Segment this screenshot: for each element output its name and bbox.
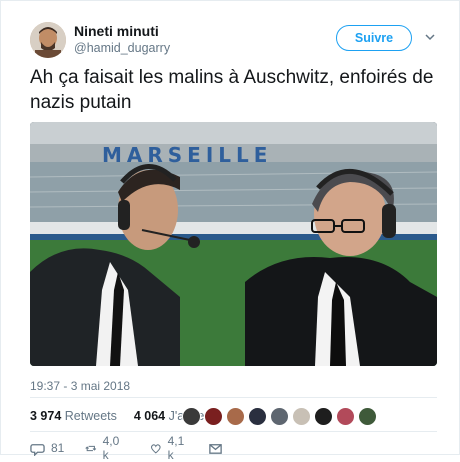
stadium-sign: MARSEILLE bbox=[102, 143, 272, 167]
retweet-button[interactable]: 4,0 k bbox=[85, 434, 123, 462]
liker-avatar[interactable] bbox=[358, 407, 377, 426]
tweet-video[interactable]: MARSEILLE bbox=[30, 122, 437, 366]
follow-button[interactable]: Suivre bbox=[336, 25, 412, 51]
retweets-count[interactable]: 3 974 bbox=[30, 409, 61, 423]
engagement-stats: 3 974 Retweets 4 064 J'aime bbox=[30, 409, 204, 423]
retweet-icon bbox=[85, 445, 97, 451]
user-handle[interactable]: @hamid_dugarry bbox=[74, 41, 170, 55]
tweet-card: Nineti minuti @hamid_dugarry Suivre Ah ç… bbox=[0, 0, 460, 462]
chevron-down-icon[interactable] bbox=[425, 32, 435, 42]
like-count: 4,1 k bbox=[167, 434, 185, 462]
liker-avatar[interactable] bbox=[336, 407, 355, 426]
message-button[interactable] bbox=[208, 440, 223, 456]
liker-avatar[interactable] bbox=[182, 407, 201, 426]
liker-avatar[interactable] bbox=[204, 407, 223, 426]
retweets-label[interactable]: Retweets bbox=[65, 409, 117, 423]
heart-icon bbox=[151, 443, 161, 454]
retweet-count: 4,0 k bbox=[102, 434, 120, 462]
tweet-text: Ah ça faisait les malins à Auschwitz, en… bbox=[30, 67, 434, 113]
reply-icon bbox=[30, 443, 45, 456]
tweet-timestamp[interactable]: 19:37 - 3 mai 2018 bbox=[30, 379, 130, 393]
divider bbox=[30, 431, 437, 432]
user-avatar[interactable] bbox=[30, 22, 66, 58]
divider bbox=[30, 397, 437, 398]
liker-avatar[interactable] bbox=[248, 407, 267, 426]
liker-avatar[interactable] bbox=[226, 407, 245, 426]
likes-count[interactable]: 4 064 bbox=[134, 409, 165, 423]
liker-avatar[interactable] bbox=[292, 407, 311, 426]
liker-avatar[interactable] bbox=[314, 407, 333, 426]
reply-count: 81 bbox=[51, 441, 65, 455]
liker-avatar[interactable] bbox=[270, 407, 289, 426]
like-button[interactable]: 4,1 k bbox=[150, 434, 188, 462]
reply-button[interactable]: 81 bbox=[30, 440, 64, 456]
envelope-icon bbox=[209, 443, 222, 454]
user-name[interactable]: Nineti minuti bbox=[74, 23, 159, 39]
video-frame: MARSEILLE bbox=[30, 122, 437, 366]
